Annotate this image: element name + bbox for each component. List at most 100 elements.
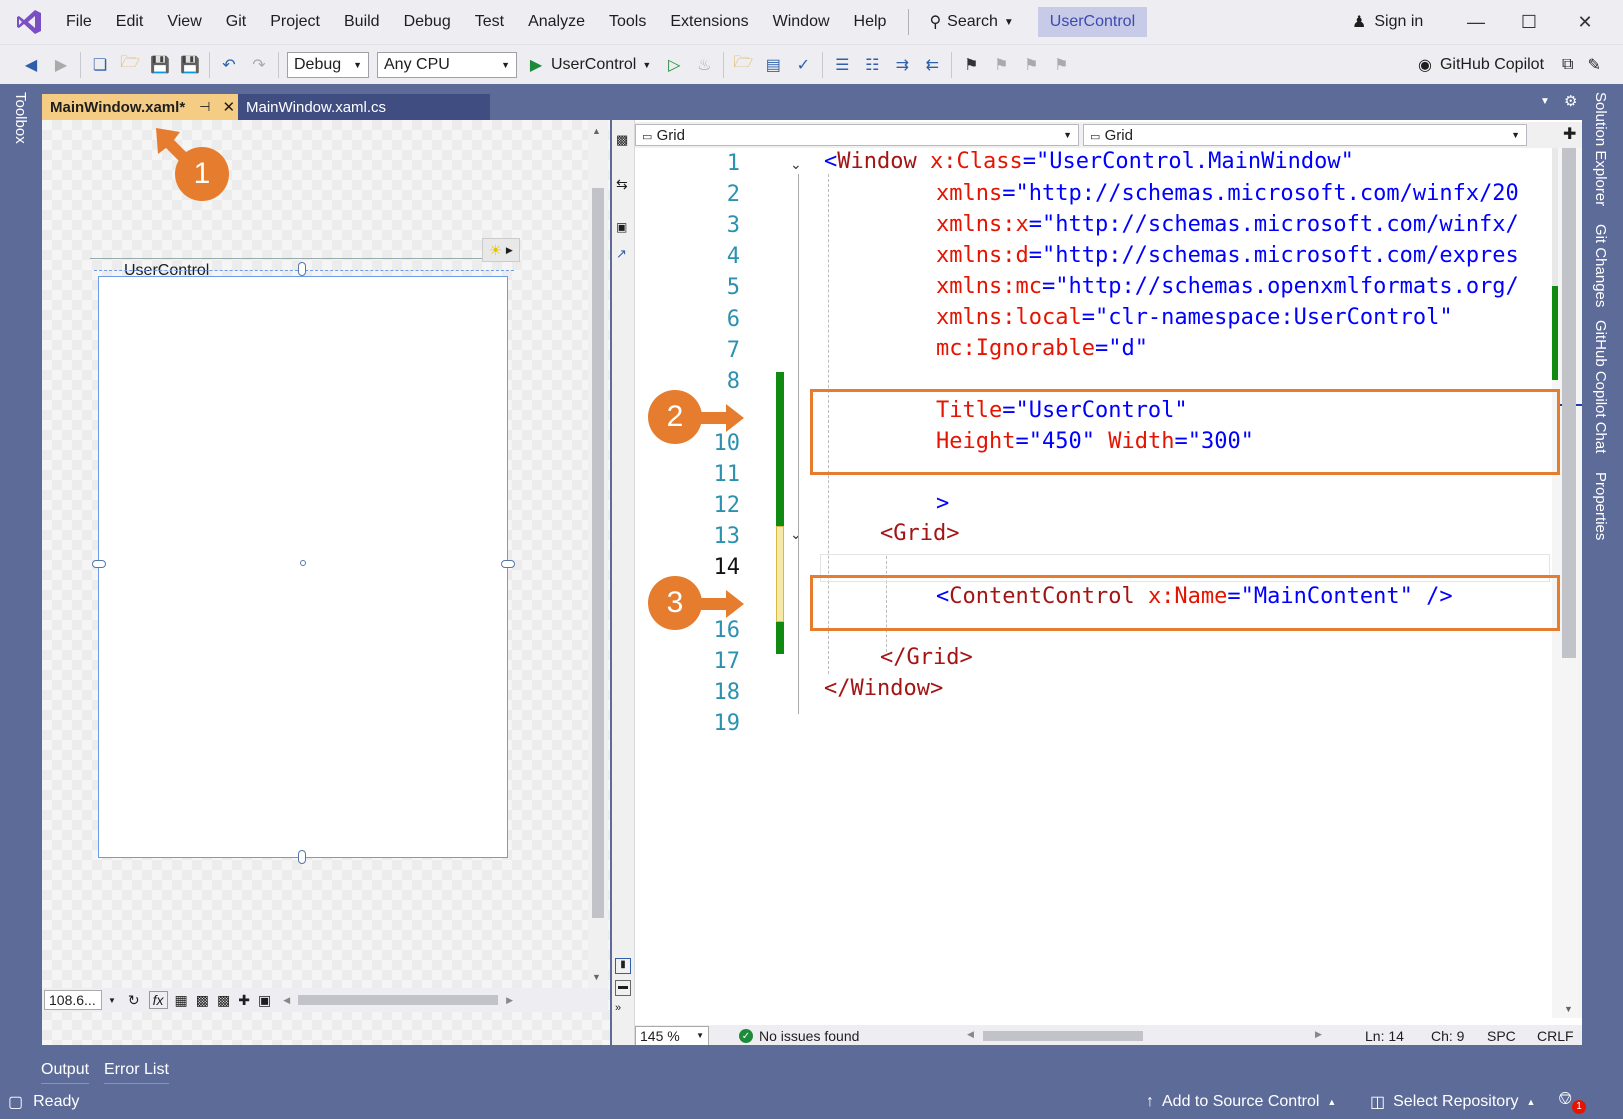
refresh-icon[interactable]: ↻ [128,992,140,1009]
menu-git[interactable]: Git [214,0,258,44]
notifications-button[interactable]: ⎊ 1 [1558,1088,1586,1116]
designer-vertical-scrollbar[interactable]: ▲ ▼ [588,120,608,988]
menu-tools[interactable]: Tools [597,0,658,44]
device-icon[interactable]: ▣ [258,992,271,1009]
vertical-split-icon[interactable]: ▮ [615,958,631,974]
back-icon[interactable]: ◀ [18,52,44,78]
code-line-2[interactable]: xmlns="http://schemas.microsoft.com/winf… [936,181,1519,206]
scroll-down-icon[interactable]: ▼ [592,972,601,982]
add-to-source-control-button[interactable]: ↑ Add to Source Control ▲ [1146,1084,1336,1119]
menu-view[interactable]: View [155,0,213,44]
menu-build[interactable]: Build [332,0,392,44]
layout-icon[interactable]: ▤ [760,52,786,78]
visual-studio-logo-icon[interactable] [14,7,44,37]
menu-project[interactable]: Project [258,0,332,44]
menu-window[interactable]: Window [761,0,842,44]
chevron-down-icon[interactable]: ▼ [642,60,651,70]
github-copilot-button[interactable]: ◉ GitHub Copilot ⧉ ✎ [1418,45,1601,85]
github-copilot-chat-tab[interactable]: GitHub Copilot Chat [1592,320,1609,453]
type-navigation-select[interactable]: ▭ Grid ▼ [635,124,1079,146]
menu-extensions[interactable]: Extensions [658,0,760,44]
select-repository-button[interactable]: ◫ Select Repository ▲ [1370,1084,1535,1119]
sign-in-button[interactable]: ♟ Sign in [1352,0,1423,44]
platform-select[interactable]: Any CPU ▼ [377,51,517,78]
close-button[interactable]: ✕ [1562,0,1608,44]
code-line-3[interactable]: xmlns:x="http://schemas.microsoft.com/wi… [936,212,1519,237]
menu-edit[interactable]: Edit [104,0,156,44]
close-icon[interactable]: ✕ [222,98,235,116]
left-anchor-handle[interactable] [92,560,106,568]
member-navigation-select[interactable]: ▭ Grid ▼ [1083,124,1527,146]
expand-pane-icon[interactable]: » [615,1002,621,1014]
code-line-7[interactable]: mc:Ignorable="d" [936,336,1148,361]
properties-tab[interactable]: Properties [1592,472,1609,540]
next-bookmark-icon[interactable]: ⚑ [1018,52,1044,78]
snap-lines-icon[interactable]: ✚ [238,992,250,1009]
minimize-button[interactable]: — [1453,0,1499,44]
outdent-icon[interactable]: ⇇ [919,52,945,78]
redo-icon[interactable]: ↷ [246,52,272,78]
whitespace-indicator[interactable]: SPC [1487,1028,1516,1044]
save-icon[interactable]: 💾 [147,52,173,78]
center-handle[interactable] [300,560,306,566]
issues-indicator[interactable]: ✓ No issues found [739,1028,859,1044]
top-anchor-handle[interactable] [298,262,306,276]
bookmark-icon[interactable]: ⚑ [958,52,984,78]
configuration-select[interactable]: Debug ▼ [287,51,369,78]
editor-horizontal-scrollbar-thumb[interactable] [983,1031,1143,1041]
menu-analyze[interactable]: Analyze [516,0,597,44]
menu-file[interactable]: File [54,0,104,44]
code-line-4[interactable]: xmlns:d="http://schemas.microsoft.com/ex… [936,243,1519,268]
start-without-debug-icon[interactable]: ▷ [661,52,687,78]
snap-grid-icon[interactable]: ▩ [196,992,209,1009]
collapse-window-icon[interactable]: ⌄ [790,156,802,173]
collapse-pane-icon[interactable]: ▣ [616,220,627,234]
editor-scrollbar-thumb[interactable] [1562,148,1576,658]
find-in-files-icon[interactable]: 🗁 [730,52,756,78]
comment-icon[interactable]: ☰ [829,52,855,78]
code-line-17[interactable]: </Grid> [880,645,973,670]
code-line-18[interactable]: </Window> [824,676,943,701]
code-line-6[interactable]: xmlns:local="clr-namespace:UserControl" [936,305,1453,330]
scroll-left-icon[interactable]: ◀ [283,995,290,1006]
new-project-icon[interactable]: ❏ [87,52,113,78]
designer-window-surface[interactable] [98,276,508,858]
run-target-label[interactable]: UserControl [551,56,636,74]
scroll-right-icon[interactable]: ▶ [506,995,513,1006]
code-line-13[interactable]: <Grid> [880,521,959,546]
scroll-up-icon[interactable]: ▲ [592,126,601,136]
pin-icon[interactable]: ⊣ [199,99,210,115]
xaml-designer[interactable]: UserControl ☀ ▶ ▲ ▼ 108.6... ▼ ↻ fx ▦ ▩ … [42,120,610,1045]
clear-bookmarks-icon[interactable]: ⚑ [1048,52,1074,78]
start-debug-icon[interactable]: ▶ [523,52,549,78]
tab-output[interactable]: Output [41,1061,90,1086]
forward-icon[interactable]: ▶ [48,52,74,78]
checker-icon[interactable]: ▩ [217,992,230,1009]
grid-icon[interactable]: ▦ [175,992,188,1009]
hot-reload-icon[interactable]: ♨ [691,52,717,78]
editor-zoom-select[interactable]: 145 % ▼ [635,1026,709,1046]
switch-views-icon[interactable]: ⇆ [616,176,628,193]
scroll-down-icon[interactable]: ▼ [1564,1004,1573,1014]
collapse-grid-icon[interactable]: ⌄ [790,526,802,543]
search-button[interactable]: ⚲ Search ▼ [919,12,1023,32]
designer-zoom-select[interactable]: 108.6... [44,990,102,1010]
pop-out-icon[interactable]: ↗ [616,246,627,262]
code-line-5[interactable]: xmlns:mc="http://schemas.openxmlformats.… [936,274,1519,299]
column-indicator[interactable]: Ch: 9 [1431,1028,1464,1044]
share-icon[interactable]: ⧉ [1562,56,1573,74]
scroll-left-icon[interactable]: ◀ [967,1029,974,1040]
feedback-icon[interactable]: ✎ [1587,55,1600,75]
solution-explorer-tab[interactable]: Solution Explorer [1592,92,1609,206]
effects-toggle[interactable]: fx [148,991,168,1009]
menu-test[interactable]: Test [463,0,516,44]
line-ending-indicator[interactable]: CRLF [1537,1028,1574,1044]
maximize-button[interactable]: ☐ [1506,0,1552,44]
code-line-12[interactable]: > [936,491,949,516]
tab-mainwindow-xaml[interactable]: MainWindow.xaml* ⊣ ✕ [42,94,238,120]
tab-overflow-icon[interactable]: ▼ [1540,96,1550,107]
split-editor-icon[interactable]: ✚ [1563,124,1576,144]
quick-actions-button[interactable]: ☀ ▶ [482,238,520,262]
designer-horizontal-scrollbar-thumb[interactable] [298,995,499,1005]
horizontal-split-icon[interactable]: ▬ [615,980,631,996]
